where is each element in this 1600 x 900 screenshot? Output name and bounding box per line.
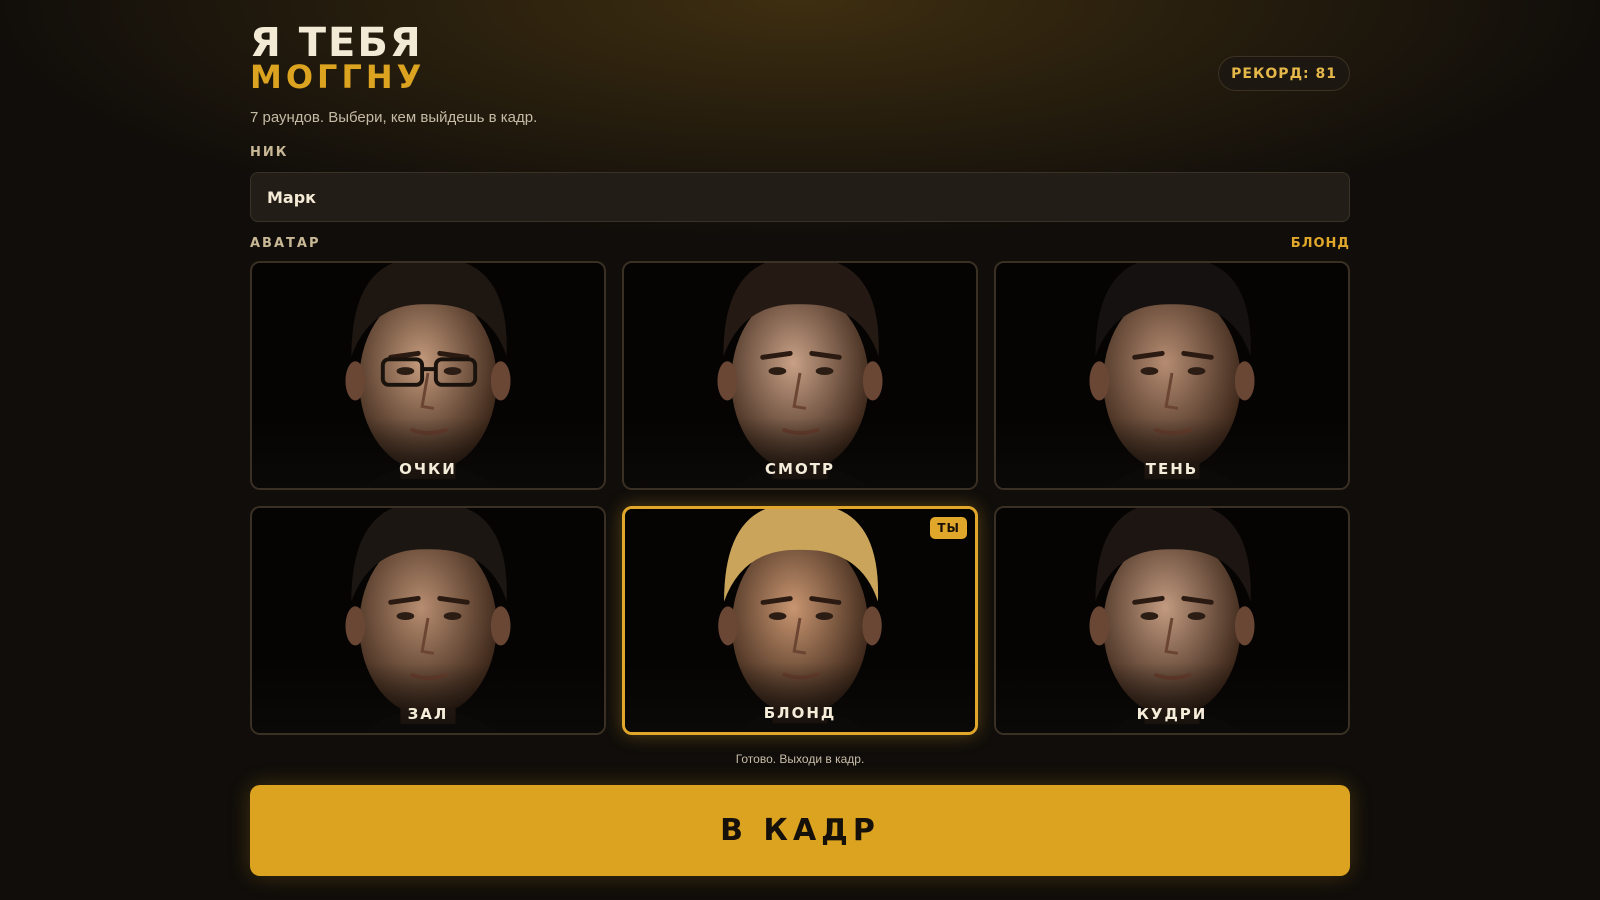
ear-left [718, 606, 738, 646]
eye-left [768, 367, 787, 376]
eye-left [1140, 367, 1159, 376]
eye-right [443, 612, 462, 621]
eye-right [815, 612, 834, 621]
main-panel: Я ТЕБЯ МОГГНУ РЕКОРД: 81 7 раундов. Выбе… [250, 0, 1350, 900]
avatar-card-ten[interactable]: ТЕНЬ [994, 261, 1350, 490]
eye-right [1187, 612, 1206, 621]
ear-right [490, 606, 511, 646]
ear-left [345, 606, 366, 646]
avatar-card-label: СМОТР [765, 460, 835, 478]
avatar-card-kudri[interactable]: КУДРИ [994, 506, 1350, 735]
ear-right [490, 361, 511, 401]
go-to-frame-button[interactable]: В КАДР [250, 785, 1350, 876]
subtitle: 7 раундов. Выбери, кем выйдешь в кадр. [250, 109, 538, 126]
avatar-grid: ОЧКИ СМОТР ТЕНЬ ЗАЛ ТЫ БЛОНД КУДРИ [250, 261, 1350, 735]
avatar-card-label: ЗАЛ [407, 705, 449, 723]
avatar-card-smotr[interactable]: СМОТР [622, 261, 978, 490]
avatar-card-label: БЛОНД [763, 704, 837, 722]
ear-right [862, 361, 883, 401]
eye-right [815, 367, 834, 376]
eye-right [443, 367, 462, 376]
ear-left [717, 361, 738, 401]
avatar-label: АВАТАР [250, 236, 321, 251]
avatar-card-label: КУДРИ [1136, 705, 1208, 723]
ear-right [1234, 361, 1255, 401]
title-line-2: МОГГНУ [250, 58, 426, 96]
eye-left [1140, 612, 1159, 621]
ear-left [1089, 606, 1110, 646]
selected-avatar-name: БЛОНД [1290, 236, 1350, 251]
ear-left [345, 361, 366, 401]
record-badge: РЕКОРД: 81 [1218, 56, 1350, 91]
ear-right [1234, 606, 1255, 646]
avatar-card-ochki[interactable]: ОЧКИ [250, 261, 606, 490]
avatar-card-label: ОЧКИ [399, 460, 457, 478]
ear-right [862, 606, 882, 646]
status-text: Готово. Выходи в кадр. [735, 752, 865, 766]
avatar-card-label: ТЕНЬ [1145, 460, 1199, 478]
avatar-card-blond[interactable]: ТЫ БЛОНД [622, 506, 978, 735]
eye-left [768, 612, 787, 621]
eye-right [1187, 367, 1206, 376]
nick-input[interactable] [250, 172, 1350, 222]
eye-left [396, 367, 415, 376]
ear-left [1089, 361, 1110, 401]
nick-label: НИК [250, 145, 289, 160]
you-badge: ТЫ [930, 517, 967, 539]
eye-left [396, 612, 415, 621]
avatar-card-zal[interactable]: ЗАЛ [250, 506, 606, 735]
